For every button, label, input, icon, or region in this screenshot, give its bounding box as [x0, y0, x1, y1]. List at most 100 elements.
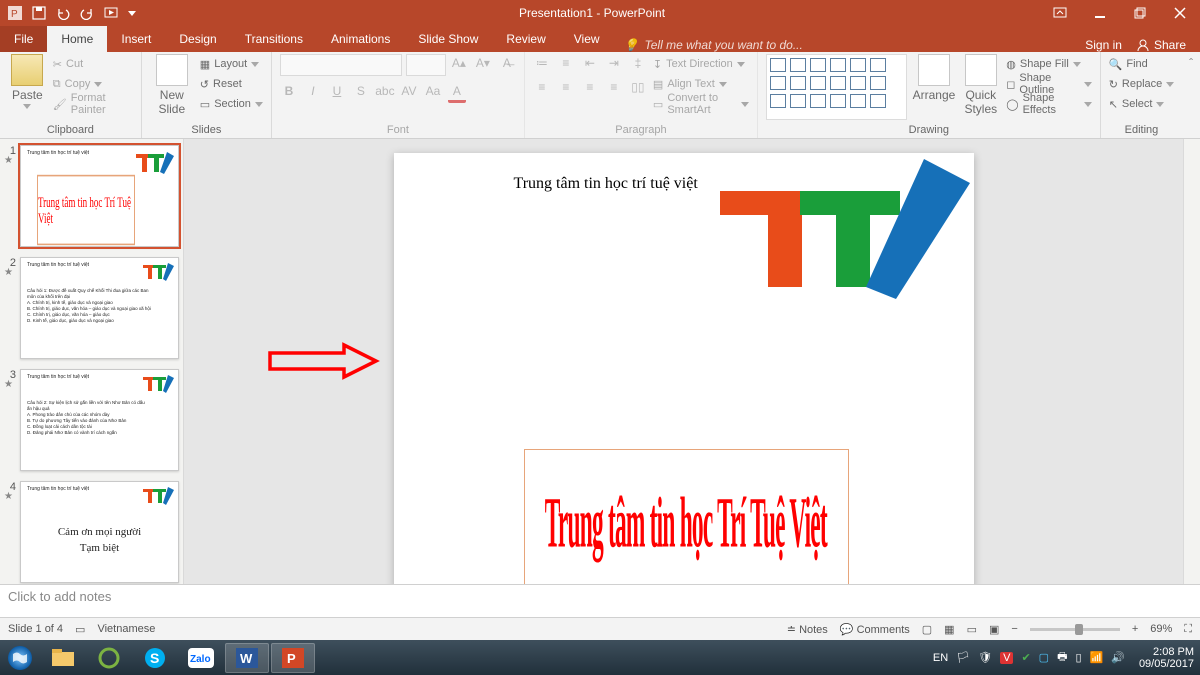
vertical-scrollbar[interactable]: [1183, 139, 1200, 584]
taskbar-powerpoint[interactable]: P: [271, 643, 315, 673]
taskbar-zalo[interactable]: Zalo: [179, 643, 223, 673]
collapse-ribbon-icon[interactable]: ˆ: [1189, 56, 1193, 70]
sorter-view-icon[interactable]: ▦: [944, 623, 954, 636]
char-spacing-button[interactable]: AV: [400, 82, 418, 100]
shapes-gallery[interactable]: [766, 54, 907, 120]
ttv-logo[interactable]: [710, 153, 974, 303]
tab-review[interactable]: Review: [492, 26, 559, 52]
strikethrough-button[interactable]: abc: [376, 82, 394, 100]
start-from-beginning-icon[interactable]: [104, 6, 118, 20]
section-button[interactable]: ▭Section: [200, 94, 263, 114]
italic-button[interactable]: I: [304, 82, 322, 100]
tab-view[interactable]: View: [560, 26, 614, 52]
shape-effects-button[interactable]: ◯Shape Effects: [1006, 94, 1091, 114]
justify-icon[interactable]: ≡: [605, 78, 623, 96]
notes-toggle[interactable]: ≐ Notes: [787, 623, 828, 636]
notes-pane[interactable]: Click to add notes: [0, 584, 1200, 617]
reset-button[interactable]: ↺Reset: [200, 74, 263, 94]
taskbar-word[interactable]: W: [225, 643, 269, 673]
redo-icon[interactable]: [80, 6, 94, 20]
format-painter-button[interactable]: 🖌Format Painter: [53, 94, 133, 114]
underline-button[interactable]: U: [328, 82, 346, 100]
columns-icon[interactable]: ▯▯: [629, 78, 647, 96]
align-right-icon[interactable]: ≡: [581, 78, 599, 96]
start-button[interactable]: [0, 640, 40, 675]
clear-formatting-icon[interactable]: A̶: [498, 54, 516, 72]
decrease-font-icon[interactable]: A▾: [474, 54, 492, 72]
normal-view-icon[interactable]: ▢: [922, 623, 932, 636]
spellcheck-icon[interactable]: ▭: [75, 623, 85, 636]
align-left-icon[interactable]: ≡: [533, 78, 551, 96]
copy-button[interactable]: ⧉Copy: [53, 74, 133, 94]
increase-font-icon[interactable]: A▴: [450, 54, 468, 72]
shape-outline-button[interactable]: ◻Shape Outline: [1006, 74, 1091, 94]
undo-icon[interactable]: [56, 6, 70, 20]
numbering-icon[interactable]: ≡: [557, 54, 575, 72]
tab-slideshow[interactable]: Slide Show: [404, 26, 492, 52]
tab-file[interactable]: File: [0, 26, 47, 52]
bullets-icon[interactable]: ≔: [533, 54, 551, 72]
taskbar-skype[interactable]: S: [133, 643, 177, 673]
thumbnail-4[interactable]: 4★ Trung tâm tin học trí tuệ việt Cảm ơn…: [4, 481, 179, 583]
cut-button[interactable]: ✂Cut: [53, 54, 133, 74]
paste-button[interactable]: Paste: [8, 54, 47, 109]
thumbnail-1[interactable]: 1★ Trung tâm tin học trí tuệ việt Trung …: [4, 145, 179, 247]
tab-animations[interactable]: Animations: [317, 26, 404, 52]
save-icon[interactable]: [32, 6, 46, 20]
tray-flag-icon[interactable]: 🏳: [956, 651, 970, 664]
align-text-button[interactable]: ▤Align Text: [653, 74, 749, 94]
comments-toggle[interactable]: 💬 Comments: [840, 623, 910, 636]
wordart-textbox[interactable]: Trung tâm tin học Trí Tuệ Việt: [524, 449, 849, 584]
change-case-button[interactable]: Aa: [424, 82, 442, 100]
tray-battery-icon[interactable]: ▯: [1075, 651, 1081, 664]
slide-title-text[interactable]: Trung tâm tin học trí tuệ việt: [514, 175, 698, 193]
slide-panel[interactable]: 1★ Trung tâm tin học trí tuệ việt Trung …: [0, 139, 184, 584]
zoom-level[interactable]: 69%: [1150, 623, 1172, 635]
sign-in-link[interactable]: Sign in: [1085, 38, 1122, 52]
tray-printer-icon[interactable]: 🖶: [1057, 648, 1067, 667]
tray-app-icon[interactable]: ▢: [1039, 651, 1049, 664]
status-language[interactable]: Vietnamese: [97, 623, 155, 635]
align-center-icon[interactable]: ≡: [557, 78, 575, 96]
tab-transitions[interactable]: Transitions: [231, 26, 317, 52]
zoom-out-icon[interactable]: −: [1011, 623, 1017, 635]
qat-more-icon[interactable]: [128, 11, 136, 16]
fit-window-icon[interactable]: ⛶: [1184, 623, 1192, 636]
close-icon[interactable]: [1160, 0, 1200, 26]
thumbnail-3[interactable]: 3★ Trung tâm tin học trí tuệ việt Câu hỏ…: [4, 369, 179, 471]
text-direction-button[interactable]: ↧Text Direction: [653, 54, 749, 74]
ribbon-options-icon[interactable]: [1040, 0, 1080, 26]
restore-icon[interactable]: [1120, 0, 1160, 26]
taskbar-coccoc[interactable]: [87, 643, 131, 673]
select-button[interactable]: ↖Select: [1109, 94, 1175, 114]
tray-unikey-icon[interactable]: V: [1000, 652, 1013, 664]
slideshow-view-icon[interactable]: ▣: [989, 623, 999, 636]
shape-fill-button[interactable]: ◍Shape Fill: [1006, 54, 1091, 74]
layout-button[interactable]: ▦Layout: [200, 54, 263, 74]
font-color-button[interactable]: A: [448, 82, 466, 103]
tray-check-icon[interactable]: ✔: [1021, 651, 1030, 664]
convert-smartart-button[interactable]: ▭Convert to SmartArt: [653, 94, 749, 114]
font-size-combo[interactable]: [406, 54, 446, 76]
indent-icon[interactable]: ⇥: [605, 54, 623, 72]
tray-shield-icon[interactable]: 🛡: [978, 651, 992, 664]
find-button[interactable]: 🔍Find: [1109, 54, 1175, 74]
line-spacing-icon[interactable]: ‡: [629, 54, 647, 72]
slide-editor[interactable]: Trung tâm tin học trí tuệ việt Trung tâm…: [184, 139, 1183, 584]
tray-network-icon[interactable]: 📶: [1090, 651, 1104, 664]
font-name-combo[interactable]: [280, 54, 402, 76]
new-slide-button[interactable]: New Slide: [150, 54, 194, 116]
bold-button[interactable]: B: [280, 82, 298, 100]
taskbar-explorer[interactable]: [41, 643, 85, 673]
zoom-in-icon[interactable]: +: [1132, 623, 1138, 635]
minimize-icon[interactable]: [1080, 0, 1120, 26]
tray-volume-icon[interactable]: 🔊: [1111, 651, 1125, 664]
tray-clock[interactable]: 2:08 PM 09/05/2017: [1133, 646, 1194, 670]
reading-view-icon[interactable]: ▭: [967, 623, 977, 636]
shadow-button[interactable]: S: [352, 82, 370, 100]
arrange-button[interactable]: Arrange: [913, 54, 956, 102]
thumbnail-2[interactable]: 2★ Trung tâm tin học trí tuệ việt Câu hỏ…: [4, 257, 179, 359]
tab-design[interactable]: Design: [165, 26, 230, 52]
tray-lang[interactable]: EN: [933, 652, 948, 664]
quick-styles-button[interactable]: Quick Styles: [961, 54, 1000, 116]
